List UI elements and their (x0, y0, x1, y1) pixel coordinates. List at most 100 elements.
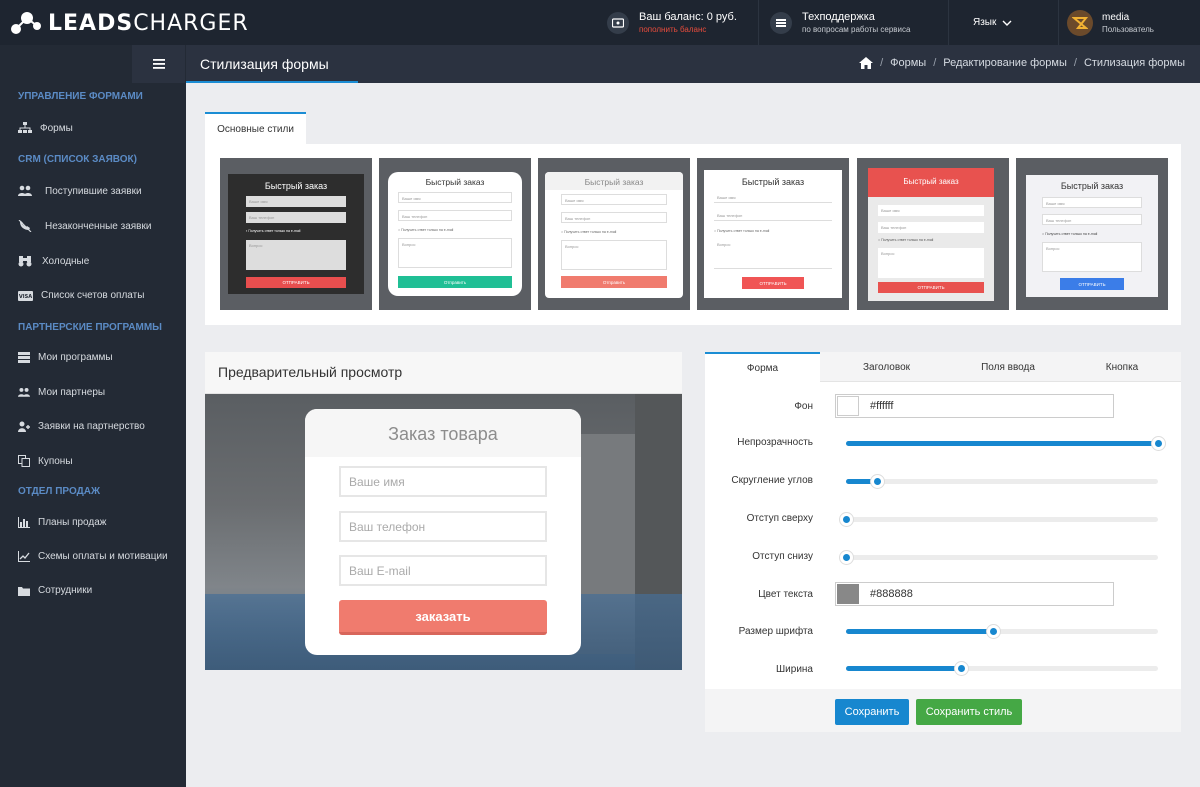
save-style-button[interactable]: Сохранить стиль (916, 699, 1022, 725)
tab-input-fields[interactable]: Поля ввода (953, 352, 1063, 382)
preset-phone-field: Ваш телефон (246, 212, 346, 223)
tab-form[interactable]: Форма (705, 352, 820, 383)
list-icon (18, 352, 30, 363)
user-role: Пользователь (1102, 24, 1154, 34)
sidebar-item-label: Мои партнеры (38, 387, 106, 398)
text-color-label: Цвет текста (758, 589, 813, 600)
sidebar-item-forms[interactable]: Формы (18, 122, 73, 134)
balance-block[interactable]: Ваш баланс: 0 руб. пополнить баланс (596, 0, 751, 45)
radius-slider[interactable] (846, 474, 1158, 489)
language-dropdown[interactable]: Язык (948, 0, 1048, 45)
preset-title: Быстрый заказ (868, 168, 994, 197)
sidebar-item-unfinished[interactable]: Незаконченные заявки (18, 220, 151, 232)
bg-color-input[interactable]: #ffffff (835, 394, 1114, 418)
preset-phone-field: Ваш телефон (398, 210, 512, 221)
slider-handle[interactable] (1151, 436, 1166, 451)
preset-name-field: Ваше имя (246, 196, 346, 207)
folder-icon (18, 586, 30, 596)
line-chart-icon (18, 551, 30, 562)
tab-button[interactable]: Кнопка (1063, 352, 1181, 382)
sidebar-item-label: Схемы оплаты и мотивации (38, 551, 168, 562)
hamburger-icon (152, 59, 165, 69)
slider-fill (846, 441, 1158, 446)
slider-handle[interactable] (985, 624, 1001, 639)
sidebar-item-payment-schemes[interactable]: Схемы оплаты и мотивации (18, 551, 168, 562)
slider-handle[interactable] (839, 512, 854, 527)
preview-order-button[interactable]: заказать (339, 600, 547, 635)
tab-header[interactable]: Заголовок (820, 352, 953, 382)
preset-checkbox: ○ Получить ответ только на e-mail (398, 228, 454, 232)
preset-question-field: Вопрос (561, 240, 667, 270)
balance-text: Ваш баланс: 0 руб. (639, 10, 737, 23)
style-preset-light[interactable]: Быстрый заказ Ваше имя Ваш телефон ○ Пол… (538, 158, 690, 310)
preview-area: Заказ товара Ваше имя Ваш телефон Ваш E-… (205, 394, 682, 670)
style-preset-blue[interactable]: Быстрый заказ Ваше имя Ваш телефон ○ Пол… (1016, 158, 1168, 310)
preset-button: Отправить (398, 276, 512, 288)
slider-handle[interactable] (870, 474, 886, 489)
style-preset-dark[interactable]: Быстрый заказ Ваше имя Ваш телефон ▪ Пол… (220, 158, 372, 310)
slider-handle[interactable] (954, 661, 970, 676)
sidebar-section-forms: УПРАВЛЕНИЕ ФОРМАМИ (18, 91, 143, 102)
bg-color-value: #ffffff (870, 400, 894, 412)
preview-form-title: Заказ товара (305, 409, 581, 457)
preset-title: Быстрый заказ (425, 177, 485, 187)
text-color-input[interactable]: #888888 (835, 582, 1114, 606)
preview-name-input[interactable]: Ваше имя (339, 466, 547, 497)
style-preset-red-header[interactable]: Быстрый заказ Ваше имя Ваш телефон ○ Пол… (857, 158, 1009, 310)
preview-email-input[interactable]: Ваш E-mail (339, 555, 547, 586)
bg-color-swatch[interactable] (837, 396, 859, 416)
breadcrumb-current: Стилизация формы (1083, 57, 1185, 69)
preview-form: Заказ товара Ваше имя Ваш телефон Ваш E-… (305, 409, 581, 655)
breadcrumb-edit-form[interactable]: Редактирование формы (943, 57, 1067, 69)
save-button[interactable]: Сохранить (835, 699, 909, 725)
binoculars-icon (18, 256, 32, 267)
logo[interactable]: LEADSCHARGER (10, 9, 249, 37)
title-underline (186, 81, 358, 83)
page-title: Стилизация формы (200, 56, 329, 72)
preset-name-field: Ваше имя (561, 194, 667, 205)
sidebar-item-partner-requests[interactable]: Заявки на партнерство (18, 421, 145, 432)
padding-bottom-slider[interactable] (839, 550, 1158, 565)
padding-top-slider[interactable] (839, 512, 1158, 527)
style-preset-rounded[interactable]: Быстрый заказ Ваше имя Ваш телефон ○ Пол… (379, 158, 531, 310)
sidebar-item-my-partners[interactable]: Мои партнеры (18, 387, 105, 398)
home-icon[interactable] (859, 57, 874, 69)
user-plus-icon (18, 421, 30, 432)
svg-text:VISA: VISA (19, 294, 32, 300)
sidebar-item-my-programs[interactable]: Мои программы (18, 352, 113, 363)
sidebar: УПРАВЛЕНИЕ ФОРМАМИ Формы CRM (СПИСОК ЗАЯ… (0, 45, 186, 787)
preset-name-field: Ваше имя (398, 192, 512, 203)
style-preset-white[interactable]: Быстрый заказ Ваше имя Ваш телефон ○ Пол… (697, 158, 849, 310)
preset-title: Быстрый заказ (545, 172, 683, 190)
sidebar-item-cold[interactable]: Холодные (18, 255, 89, 267)
support-block[interactable]: Техподдержка по вопросам работы сервиса (758, 0, 948, 45)
text-color-swatch[interactable] (837, 584, 859, 604)
language-label: Язык (973, 17, 997, 28)
menu-toggle-button[interactable] (132, 45, 186, 83)
preset-name-field: Ваше имя (1042, 197, 1142, 208)
font-size-slider[interactable] (846, 624, 1158, 639)
bg-label: Фон (794, 401, 813, 412)
tab-basic-styles[interactable]: Основные стили (205, 112, 306, 145)
sidebar-item-employees[interactable]: Сотрудники (18, 585, 92, 596)
sidebar-item-sales-plans[interactable]: Планы продаж (18, 517, 106, 528)
logo-icon (11, 12, 41, 34)
user-menu[interactable]: media Пользователь (1058, 0, 1200, 45)
radius-label: Скругление углов (731, 475, 813, 486)
sidebar-item-label: Мои программы (38, 352, 113, 363)
preview-phone-input[interactable]: Ваш телефон (339, 511, 547, 542)
sidebar-item-invoices[interactable]: VISA Список счетов оплаты (18, 290, 144, 301)
slider-handle[interactable] (839, 550, 854, 565)
width-slider[interactable] (846, 661, 1158, 676)
preset-checkbox: ○ Получить ответ только на e-mail (1042, 232, 1098, 236)
preset-button: ОТПРАВИТЬ (742, 277, 804, 289)
opacity-slider[interactable] (846, 436, 1166, 451)
breadcrumb-forms[interactable]: Формы (890, 57, 926, 69)
sidebar-item-coupons[interactable]: Купоны (18, 455, 73, 467)
sidebar-item-incoming[interactable]: Поступившие заявки (18, 185, 142, 197)
preset-checkbox: ○ Получить ответ только на e-mail (714, 229, 770, 233)
top-up-link[interactable]: пополнить баланс (639, 24, 737, 35)
preset-phone-field: Ваш телефон (878, 222, 984, 233)
sidebar-item-label: Список счетов оплаты (41, 290, 145, 301)
preset-question-field: Вопрос (398, 238, 512, 268)
